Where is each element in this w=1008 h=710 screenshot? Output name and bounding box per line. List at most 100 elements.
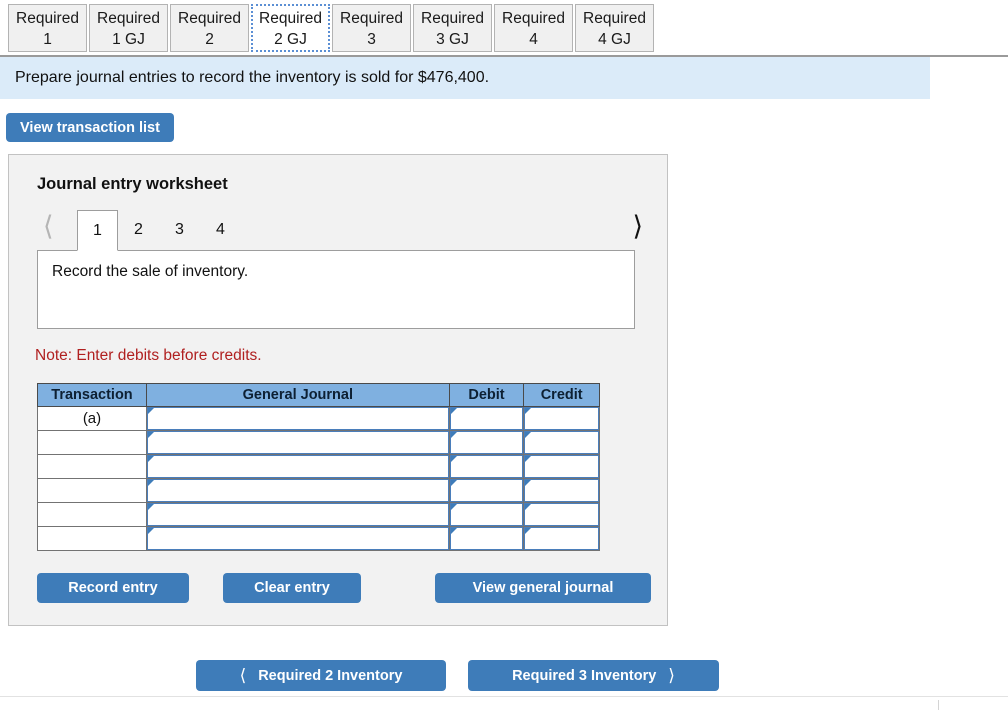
header-credit: Credit xyxy=(523,383,600,407)
requirement-tab-line1: Required xyxy=(16,10,79,27)
prev-requirement-button[interactable]: ⟨ Required 2 Inventory xyxy=(196,660,446,691)
bottom-navigation: ⟨ Required 2 Inventory Required 3 Invent… xyxy=(0,660,1008,692)
cell-debit xyxy=(448,526,525,551)
entry-page-3[interactable]: 3 xyxy=(159,210,200,249)
scrollbar-tick xyxy=(938,700,939,710)
requirement-tab-line1: Required xyxy=(502,10,565,27)
entry-pager: ⟨ 1234 ⟩ xyxy=(33,210,645,251)
table-row xyxy=(37,502,600,527)
cell-general-journal-input[interactable] xyxy=(146,407,449,430)
cell-debit-input[interactable] xyxy=(449,479,524,502)
next-requirement-label: Required 3 Inventory xyxy=(512,667,657,684)
cell-general-journal-input[interactable] xyxy=(146,503,449,526)
header-debit: Debit xyxy=(448,383,525,407)
cell-credit-input[interactable] xyxy=(524,455,599,478)
chevron-left-icon: ⟨ xyxy=(239,665,247,686)
requirement-tab-line2: 1 xyxy=(43,31,52,48)
cell-credit-input[interactable] xyxy=(524,407,599,430)
instruction-text: Prepare journal entries to record the in… xyxy=(15,69,490,86)
requirement-tab-4[interactable]: Required 2 GJ xyxy=(251,4,330,52)
cell-transaction xyxy=(37,526,147,551)
cell-credit-input[interactable] xyxy=(524,527,599,550)
cell-credit-input[interactable] xyxy=(524,503,599,526)
chevron-left-icon[interactable]: ⟨ xyxy=(43,212,54,242)
cell-credit xyxy=(523,502,600,527)
cell-transaction xyxy=(37,502,147,527)
cell-general-journal xyxy=(145,406,450,431)
cell-transaction xyxy=(37,454,147,479)
journal-entry-worksheet-panel: Journal entry worksheet ⟨ 1234 ⟩ Record … xyxy=(8,154,668,626)
entry-description-text: Record the sale of inventory. xyxy=(52,263,249,280)
next-requirement-button[interactable]: Required 3 Inventory ⟩ xyxy=(468,660,719,691)
requirement-tab-line1: Required xyxy=(421,10,484,27)
cell-credit xyxy=(523,526,600,551)
table-row xyxy=(37,478,600,503)
cell-debit xyxy=(448,454,525,479)
cell-debit xyxy=(448,478,525,503)
view-transaction-list-button[interactable]: View transaction list xyxy=(6,113,174,142)
cell-general-journal xyxy=(145,478,450,503)
cell-general-journal-input[interactable] xyxy=(146,431,449,454)
cell-general-journal-input[interactable] xyxy=(146,527,449,550)
entry-page-1[interactable]: 1 xyxy=(77,210,118,251)
cell-general-journal-input[interactable] xyxy=(146,455,449,478)
requirement-tab-line2: 2 GJ xyxy=(274,31,307,48)
worksheet-title: Journal entry worksheet xyxy=(37,175,228,193)
requirement-tab-line2: 2 xyxy=(205,31,214,48)
cell-general-journal xyxy=(145,430,450,455)
requirement-tab-line1: Required xyxy=(340,10,403,27)
cell-debit-input[interactable] xyxy=(449,455,524,478)
requirement-tab-8[interactable]: Required 4 GJ xyxy=(575,4,654,52)
requirement-tab-line1: Required xyxy=(97,10,160,27)
requirement-tab-1[interactable]: Required 1 xyxy=(8,4,87,52)
requirement-tab-6[interactable]: Required 3 GJ xyxy=(413,4,492,52)
requirement-tabs: Required 1 Required 1 GJ Required 2 Required 2 … xyxy=(8,4,656,52)
cell-debit-input[interactable] xyxy=(449,407,524,430)
debits-before-credits-note: Note: Enter debits before credits. xyxy=(35,347,262,364)
requirement-tab-line2: 4 xyxy=(529,31,538,48)
table-row: (a) xyxy=(37,406,600,431)
requirement-tab-line2: 4 GJ xyxy=(598,31,631,48)
cell-debit xyxy=(448,430,525,455)
chevron-right-icon[interactable]: ⟩ xyxy=(632,212,643,242)
requirement-tab-line1: Required xyxy=(259,10,322,27)
entry-page-4[interactable]: 4 xyxy=(200,210,241,249)
cell-general-journal xyxy=(145,454,450,479)
cell-transaction: (a) xyxy=(37,406,147,431)
instruction-banner: Prepare journal entries to record the in… xyxy=(0,57,930,99)
requirement-tab-line2: 3 GJ xyxy=(436,31,469,48)
requirement-tab-5[interactable]: Required 3 xyxy=(332,4,411,52)
cell-transaction xyxy=(37,430,147,455)
cell-debit-input[interactable] xyxy=(449,527,524,550)
cell-debit-input[interactable] xyxy=(449,503,524,526)
entry-page-2[interactable]: 2 xyxy=(118,210,159,249)
entry-description-box: Record the sale of inventory. xyxy=(37,250,635,329)
cell-general-journal xyxy=(145,502,450,527)
requirement-tab-7[interactable]: Required 4 xyxy=(494,4,573,52)
cell-credit-input[interactable] xyxy=(524,431,599,454)
view-general-journal-button[interactable]: View general journal xyxy=(435,573,651,603)
cell-general-journal xyxy=(145,526,450,551)
table-row xyxy=(37,454,600,479)
record-entry-button[interactable]: Record entry xyxy=(37,573,189,603)
requirement-tab-line1: Required xyxy=(178,10,241,27)
requirement-tab-2[interactable]: Required 1 GJ xyxy=(89,4,168,52)
cell-transaction xyxy=(37,478,147,503)
cell-credit xyxy=(523,478,600,503)
footer-band xyxy=(0,697,1008,710)
journal-table-body: (a) xyxy=(37,406,600,551)
requirement-tab-line1: Required xyxy=(583,10,646,27)
cell-general-journal-input[interactable] xyxy=(146,479,449,502)
prev-requirement-label: Required 2 Inventory xyxy=(258,667,403,684)
cell-debit-input[interactable] xyxy=(449,431,524,454)
journal-table-header-row: Transaction General Journal Debit Credit xyxy=(37,383,600,407)
journal-entry-table: Transaction General Journal Debit Credit… xyxy=(37,383,600,551)
header-transaction: Transaction xyxy=(37,383,147,407)
chevron-right-icon: ⟩ xyxy=(668,665,675,686)
cell-credit-input[interactable] xyxy=(524,479,599,502)
header-general-journal: General Journal xyxy=(145,383,450,407)
clear-entry-button[interactable]: Clear entry xyxy=(223,573,361,603)
requirement-tab-3[interactable]: Required 2 xyxy=(170,4,249,52)
cell-debit xyxy=(448,406,525,431)
entry-page-numbers: 1234 xyxy=(77,210,241,251)
